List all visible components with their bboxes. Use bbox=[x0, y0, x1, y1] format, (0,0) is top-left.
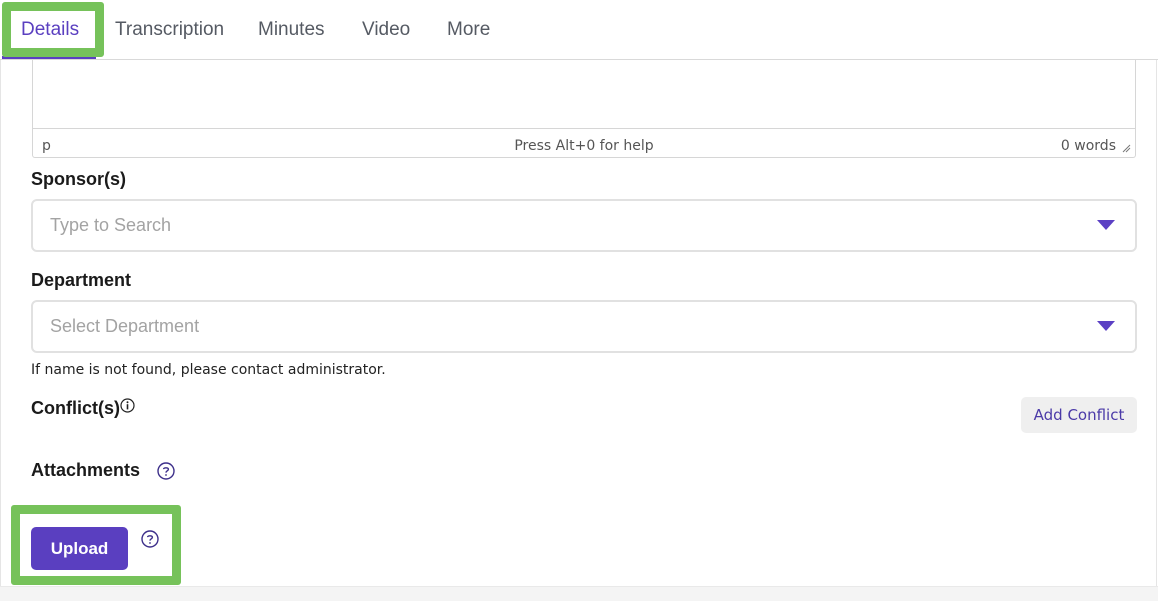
chevron-down-icon[interactable] bbox=[1097, 220, 1115, 230]
sponsors-label: Sponsor(s) bbox=[31, 169, 127, 189]
department-select[interactable] bbox=[31, 300, 1137, 353]
editor-content-area[interactable] bbox=[33, 60, 1135, 129]
rich-text-editor: p Press Alt+0 for help 0 words bbox=[32, 60, 1136, 158]
tab-bar: Details Transcription Minutes Video More bbox=[0, 0, 1158, 60]
editor-status-bar: p Press Alt+0 for help 0 words bbox=[33, 130, 1135, 157]
resize-handle-icon[interactable] bbox=[1121, 143, 1131, 153]
department-hint: If name is not found, please contact adm… bbox=[31, 362, 386, 378]
tab-video[interactable]: Video bbox=[362, 0, 410, 60]
add-conflict-button[interactable]: Add Conflict bbox=[1021, 397, 1137, 433]
help-icon[interactable] bbox=[157, 462, 175, 480]
footer-bar bbox=[0, 586, 1158, 601]
editor-help-text: Press Alt+0 for help bbox=[514, 138, 654, 154]
active-tab-indicator bbox=[2, 56, 96, 59]
sponsors-select[interactable] bbox=[31, 199, 1137, 252]
tab-transcription[interactable]: Transcription bbox=[115, 0, 224, 60]
page-border-left bbox=[0, 60, 1, 601]
tab-minutes[interactable]: Minutes bbox=[258, 0, 325, 60]
help-icon[interactable] bbox=[141, 530, 159, 548]
page-border-right bbox=[1156, 60, 1157, 601]
attachments-label: Attachments bbox=[31, 460, 141, 480]
department-search-input[interactable] bbox=[50, 302, 1050, 351]
upload-button[interactable]: Upload bbox=[31, 527, 128, 570]
department-label: Department bbox=[31, 270, 132, 290]
info-icon[interactable] bbox=[120, 398, 135, 413]
sponsors-search-input[interactable] bbox=[50, 201, 1050, 250]
tab-details[interactable]: Details bbox=[21, 0, 79, 60]
conflicts-label: Conflict(s) bbox=[31, 398, 120, 418]
tab-more[interactable]: More bbox=[447, 0, 490, 60]
editor-word-count[interactable]: 0 words bbox=[1061, 138, 1116, 154]
chevron-down-icon[interactable] bbox=[1097, 321, 1115, 331]
